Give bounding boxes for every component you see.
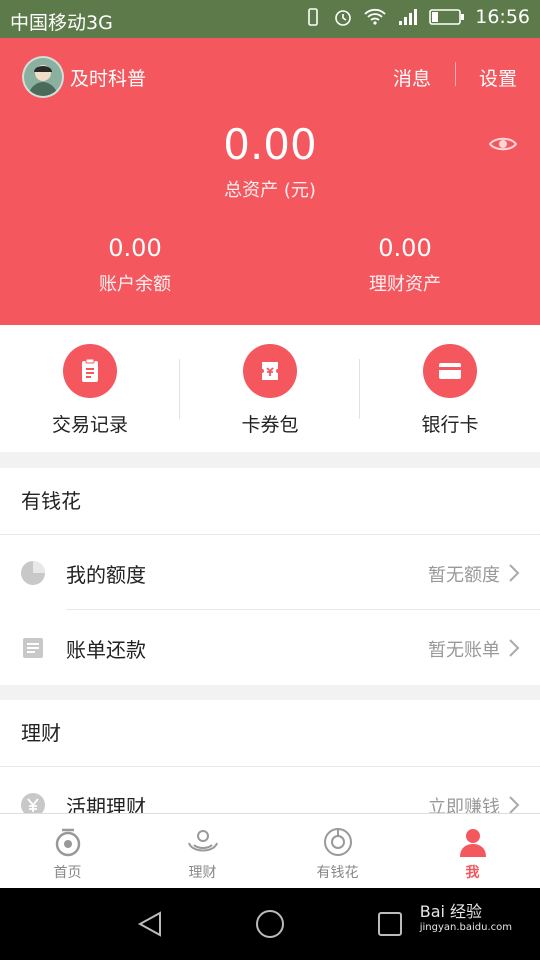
watermark-brand: Bai 经验 <box>419 902 483 921</box>
chevron-right-icon <box>509 639 520 657</box>
recents-icon[interactable] <box>376 910 404 938</box>
list-item-bill[interactable]: 账单还款 暂无账单 <box>0 610 540 685</box>
finance-assets-value: 0.00 <box>378 234 432 262</box>
username[interactable]: 及时科普 <box>70 64 146 91</box>
account-header: 及时科普 消息 设置 0.00 总资产 (元) 0.00 账户余额 0.00 理… <box>0 38 540 325</box>
quick-action-label: 卡券包 <box>241 414 299 436</box>
finance-assets-block[interactable]: 0.00 理财资产 <box>305 234 505 296</box>
status-icons: 16:56 <box>303 6 530 28</box>
battery-icon <box>429 9 465 25</box>
quick-actions: 交易记录 卡券包 银行卡 <box>0 325 540 452</box>
person-icon <box>459 829 486 857</box>
finance-icon <box>187 830 218 852</box>
row-value: 暂无账单 <box>428 640 500 661</box>
carrier-label: 中国移动3G <box>10 12 113 34</box>
signal-icon <box>399 9 418 25</box>
tab-label: 首页 <box>53 865 82 881</box>
tab-label: 有钱花 <box>316 865 359 881</box>
card-icon <box>423 344 477 398</box>
quick-action-label: 交易记录 <box>51 414 128 436</box>
tab-label: 理财 <box>188 865 217 881</box>
row-value: 暂无额度 <box>428 565 500 586</box>
clock-label: 16:56 <box>475 6 530 28</box>
tab-home[interactable]: 首页 <box>0 814 135 889</box>
finance-assets-label: 理财资产 <box>369 274 441 295</box>
tab-credit[interactable]: 有钱花 <box>270 814 405 889</box>
quick-action-bank-card[interactable]: 银行卡 <box>360 325 540 452</box>
watermark-url: jingyan.baidu.com <box>419 922 512 933</box>
bottom-tab-bar: 首页 理财 有钱花 我 <box>0 813 540 889</box>
vibrate-icon <box>308 8 319 26</box>
quick-action-coupons[interactable]: 卡券包 <box>180 325 360 452</box>
credit-section: 有钱花 我的额度 暂无额度 账单还款 暂无账单 <box>0 468 540 685</box>
clipboard-icon <box>63 344 117 398</box>
home-circle-icon[interactable] <box>255 909 285 939</box>
status-bar: 中国移动3G 16:56 <box>0 0 540 38</box>
wifi-icon <box>364 8 386 25</box>
header-divider <box>455 62 456 86</box>
settings-link[interactable]: 设置 <box>479 64 517 91</box>
balance-value: 0.00 <box>108 234 162 262</box>
balance-label: 账户余额 <box>99 274 171 295</box>
row-label: 账单还款 <box>66 638 146 662</box>
tab-me[interactable]: 我 <box>405 814 540 889</box>
wealth-section: 理财 活期理财 立即赚钱 <box>0 700 540 813</box>
back-icon[interactable] <box>136 910 164 938</box>
yen-icon <box>21 793 45 813</box>
home-icon <box>55 828 80 857</box>
list-item-quota[interactable]: 我的额度 暂无额度 <box>0 535 540 610</box>
avatar[interactable] <box>22 56 64 98</box>
watermark: Bai 经验 jingyan.baidu.com <box>420 898 512 933</box>
credit-icon <box>323 828 352 856</box>
alarm-icon <box>335 10 352 26</box>
chevron-right-icon <box>509 564 520 582</box>
chevron-right-icon <box>509 796 520 813</box>
row-label: 活期理财 <box>66 795 146 813</box>
row-label: 我的额度 <box>66 563 146 587</box>
messages-link[interactable]: 消息 <box>393 64 431 91</box>
pie-chart-icon <box>21 561 45 585</box>
quick-action-transactions[interactable]: 交易记录 <box>0 325 180 452</box>
tab-finance[interactable]: 理财 <box>135 814 270 889</box>
tab-label: 我 <box>465 865 480 881</box>
ticket-icon <box>243 344 297 398</box>
eye-icon[interactable] <box>488 134 518 154</box>
balance-block[interactable]: 0.00 账户余额 <box>35 234 235 296</box>
section-title: 有钱花 <box>0 468 540 535</box>
total-assets-value: 0.00 <box>223 120 317 169</box>
total-assets-label: 总资产 (元) <box>224 180 316 201</box>
bill-icon <box>23 638 43 658</box>
quick-action-label: 银行卡 <box>421 414 479 436</box>
section-title: 理财 <box>0 700 540 767</box>
row-value: 立即赚钱 <box>428 797 500 813</box>
list-item-current-deposit[interactable]: 活期理财 立即赚钱 <box>0 767 540 813</box>
